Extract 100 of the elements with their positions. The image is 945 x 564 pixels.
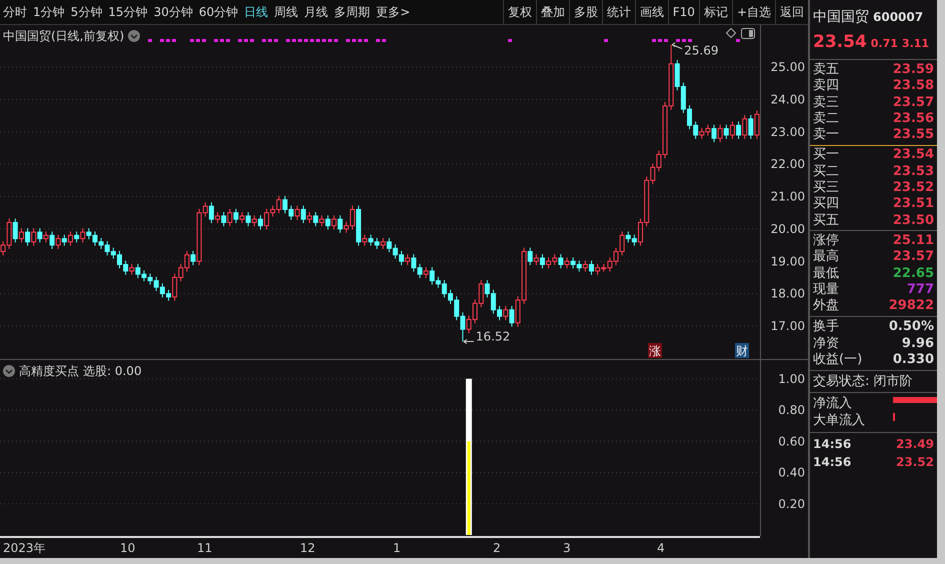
last-price: 23.54 xyxy=(813,31,867,54)
axis-label: 20.00 xyxy=(770,222,805,236)
quote-value: 23.59 xyxy=(892,62,934,78)
axis-label: 22.00 xyxy=(770,157,805,172)
annotation: 16.52 xyxy=(476,330,510,344)
date-label: 12 xyxy=(300,540,316,557)
period-tab[interactable]: 分时 xyxy=(0,3,30,21)
stat-label: 涨停 xyxy=(813,232,839,249)
toolbar-button[interactable]: F10 xyxy=(668,0,699,24)
dropdown-icon[interactable] xyxy=(128,30,140,42)
stat-label: 收益(一) xyxy=(813,352,862,368)
flow-label: 大单流入 xyxy=(813,412,865,429)
axis-label: 0.20 xyxy=(778,496,805,511)
toolbar-button[interactable]: 叠加 xyxy=(536,0,569,24)
period-tab[interactable]: 5分钟 xyxy=(68,3,106,21)
change-percent: 3.11 xyxy=(902,36,930,52)
period-tab[interactable]: 30分钟 xyxy=(150,3,196,21)
axis-label: 19.00 xyxy=(770,254,805,268)
tick-price: 23.49 xyxy=(896,436,934,453)
date-label: 4 xyxy=(657,540,665,557)
axis-label: 0.60 xyxy=(778,434,805,448)
quote-value: 23.50 xyxy=(892,212,934,229)
stat-label: 现量 xyxy=(813,282,839,298)
quote-value: 23.56 xyxy=(892,110,934,128)
period-tab[interactable]: 更多> xyxy=(373,3,414,21)
extreme-price-label: 16.52 xyxy=(463,330,510,344)
axis-label: 0.80 xyxy=(778,403,805,417)
quote-value: 23.58 xyxy=(892,78,934,95)
stat-label: 净资 xyxy=(813,336,839,352)
event-tag[interactable]: 涨 xyxy=(648,343,662,358)
order-level-label: 买二 xyxy=(813,164,839,180)
stat-label: 最高 xyxy=(813,249,839,266)
toolbar-button[interactable]: 画线 xyxy=(634,0,668,24)
quote-value: 23.54 xyxy=(892,147,934,164)
toolbar-button[interactable]: +自选 xyxy=(732,0,775,24)
order-level-label: 卖二 xyxy=(813,110,839,127)
period-tab[interactable]: 周线 xyxy=(271,3,302,21)
flow-bar xyxy=(893,397,937,404)
quote-value: 9.96 xyxy=(902,336,934,352)
annotation: 25.69 xyxy=(684,44,718,58)
date-label: 1 xyxy=(393,540,401,557)
event-tag[interactable]: 财 xyxy=(735,343,749,358)
stat-label: 换手 xyxy=(813,319,839,336)
toolbar-button[interactable]: 返回 xyxy=(775,0,808,24)
date-label: 2 xyxy=(493,540,501,557)
diamond-icon[interactable] xyxy=(726,28,736,38)
order-level-label: 买四 xyxy=(813,196,839,213)
period-tab[interactable]: 日线 xyxy=(241,3,272,21)
quote-value: 23.53 xyxy=(892,164,934,180)
axis-label: 18.00 xyxy=(770,286,805,301)
indicator-reading: 选股: 0.00 xyxy=(83,363,142,380)
trade-status: 交易状态: 闭市阶 xyxy=(813,374,913,390)
chart-title: 中国国贸(日线,前复权) xyxy=(3,28,124,45)
stat-value: 777 xyxy=(906,282,934,298)
stat-value: 22.65 xyxy=(892,266,934,282)
order-level-label: 卖三 xyxy=(813,94,839,111)
axis-label: 24.00 xyxy=(770,92,805,106)
quote-value: 23.52 xyxy=(892,180,934,196)
stat-value: 29822 xyxy=(888,298,934,314)
order-level-label: 卖四 xyxy=(813,78,839,95)
toolbar-button[interactable]: 统计 xyxy=(602,0,635,24)
toolbar-button[interactable]: 复权 xyxy=(502,0,536,24)
flow-label: 净流入 xyxy=(813,396,852,413)
date-label: 11 xyxy=(197,540,212,557)
date-label: 3 xyxy=(563,540,571,557)
period-tab[interactable]: 月线 xyxy=(301,3,332,21)
order-level-label: 卖五 xyxy=(813,62,839,78)
quote-value: 0.50% xyxy=(888,319,934,336)
period-tab[interactable]: 1分钟 xyxy=(30,3,68,21)
quote-value: 23.57 xyxy=(892,94,934,111)
axis-label: 25.00 xyxy=(770,60,805,74)
toolbar-button[interactable]: 标记 xyxy=(698,0,732,24)
price-change: 0.71 xyxy=(870,36,898,52)
tick-time: 14:56 xyxy=(813,454,852,471)
stock-code: 600007 xyxy=(873,9,924,26)
stock-name: 中国国贸 xyxy=(813,8,869,26)
axis-label: 21.00 xyxy=(770,190,805,204)
period-tab[interactable]: 多周期 xyxy=(331,3,374,21)
period-tab[interactable]: 15分钟 xyxy=(105,3,151,21)
axis-label: 1.00 xyxy=(778,372,805,386)
quote-value: 23.55 xyxy=(892,127,934,144)
axis-label: 0.40 xyxy=(778,466,805,480)
dropdown-icon[interactable] xyxy=(3,365,15,377)
period-tab[interactable]: 60分钟 xyxy=(196,3,242,21)
axis-label: 17.00 xyxy=(770,319,805,334)
quote-value: 23.51 xyxy=(892,196,934,213)
tick-time: 14:56 xyxy=(813,436,852,453)
indicator-name: 高精度买点 xyxy=(19,363,79,380)
stat-label: 最低 xyxy=(813,266,839,282)
order-level-label: 买三 xyxy=(813,180,839,196)
toolbar-button[interactable]: 多股 xyxy=(568,0,602,24)
date-label: 2023年 xyxy=(3,540,46,557)
tick-price: 23.52 xyxy=(896,454,934,471)
quote-value: 0.330 xyxy=(892,352,934,368)
panel-toggle-icon[interactable] xyxy=(741,28,755,39)
order-level-label: 买一 xyxy=(813,147,839,164)
axis-label: 23.00 xyxy=(770,124,805,139)
stat-label: 外盘 xyxy=(813,298,839,314)
order-level-label: 买五 xyxy=(813,212,839,229)
stat-value: 23.57 xyxy=(892,249,934,266)
